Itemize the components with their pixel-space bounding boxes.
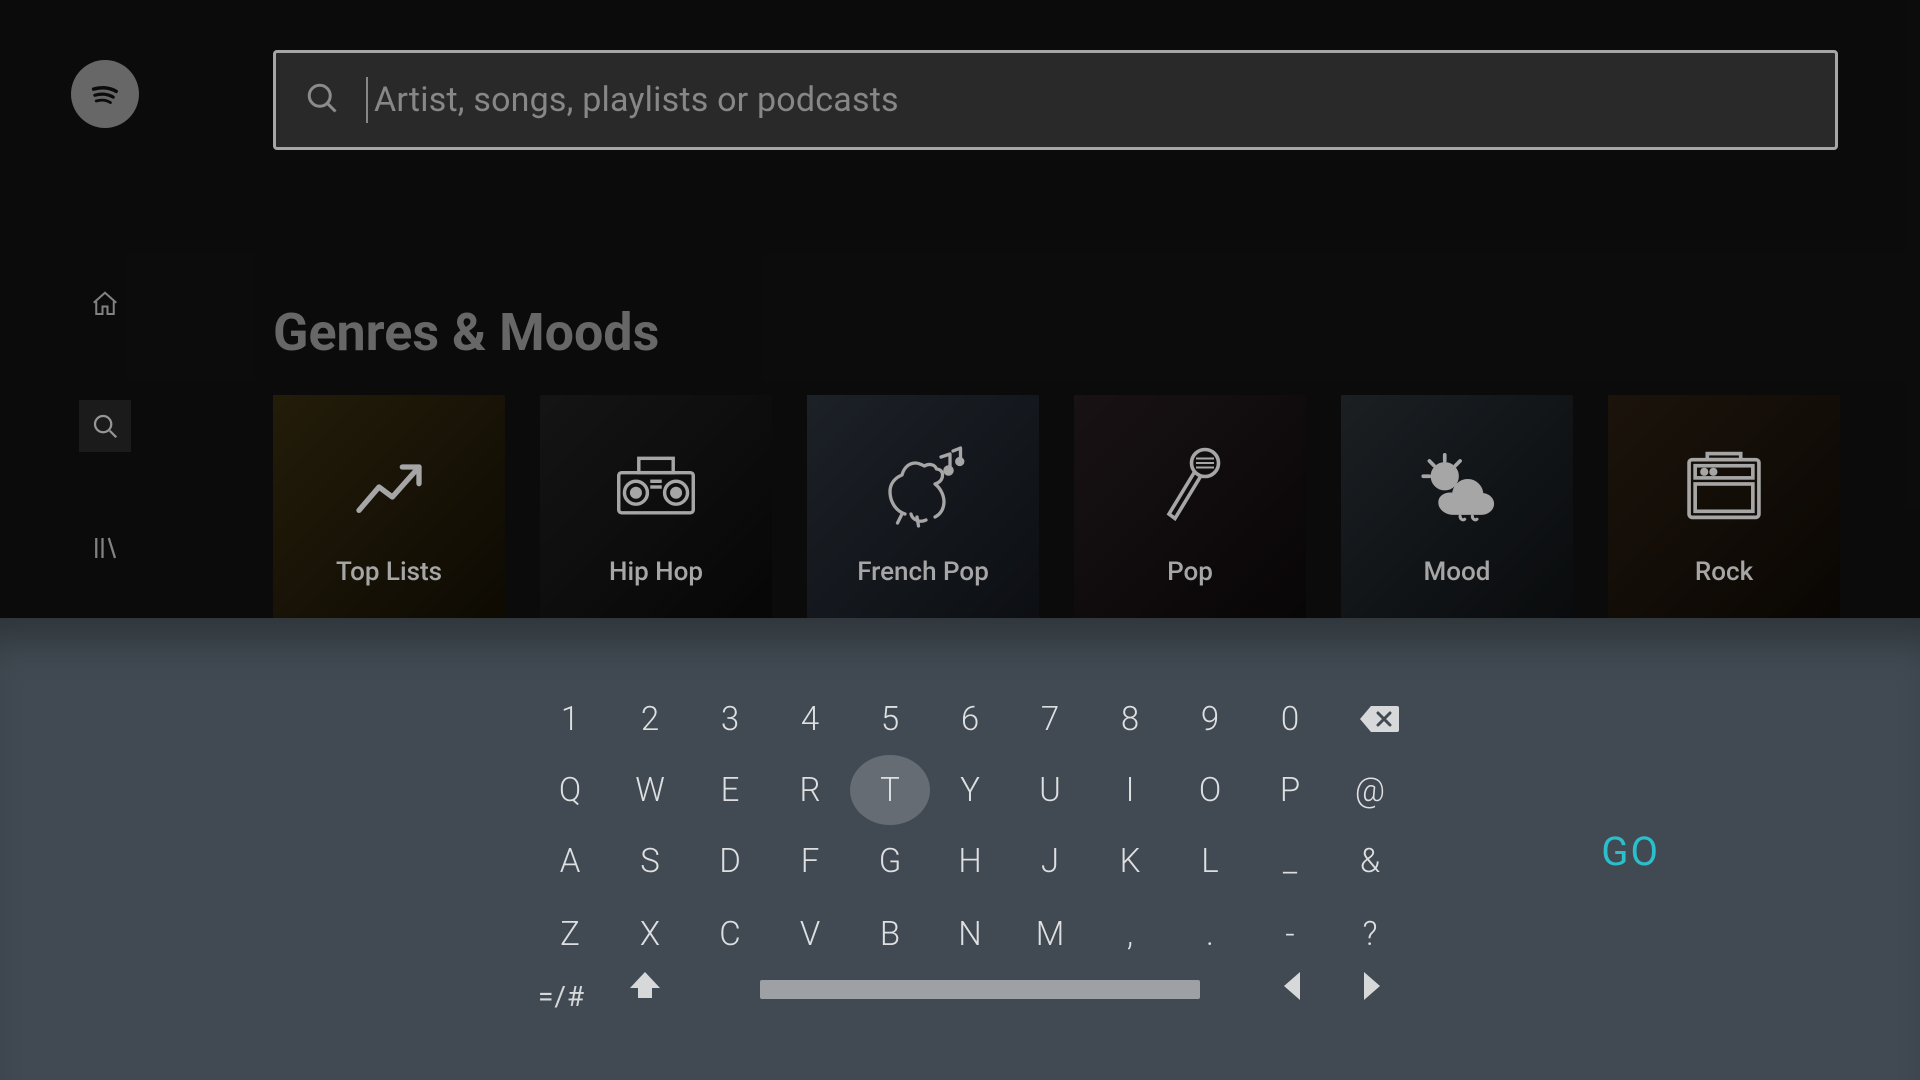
key-l[interactable]: L <box>1170 826 1250 896</box>
key-cursor-right[interactable] <box>1360 970 1384 1006</box>
key-.[interactable]: . <box>1170 899 1250 969</box>
sidebar-nav <box>79 278 131 574</box>
key-backspace[interactable] <box>1340 684 1420 754</box>
key-symbols[interactable]: =/# <box>538 980 585 1013</box>
key-x[interactable]: X <box>610 899 690 969</box>
key-&[interactable]: & <box>1330 826 1410 896</box>
key-go[interactable]: GO <box>1601 828 1660 875</box>
home-icon <box>90 289 120 319</box>
rooster-music-icon <box>875 443 971 531</box>
key-r[interactable]: R <box>770 755 850 825</box>
key-1[interactable]: 1 <box>530 684 610 754</box>
key-a[interactable]: A <box>530 826 610 896</box>
key-h[interactable]: H <box>930 826 1010 896</box>
key-4[interactable]: 4 <box>770 684 850 754</box>
key-w[interactable]: W <box>610 755 690 825</box>
key-p[interactable]: P <box>1250 755 1330 825</box>
key-u[interactable]: U <box>1010 755 1090 825</box>
key-space[interactable] <box>760 980 1200 999</box>
tile-label: Pop <box>1167 557 1213 587</box>
key-?[interactable]: ? <box>1330 899 1410 969</box>
key-,[interactable]: , <box>1090 899 1170 969</box>
library-icon <box>90 533 120 563</box>
key-i[interactable]: I <box>1090 755 1170 825</box>
tile-pop[interactable]: Pop <box>1074 395 1306 627</box>
sidebar-item-home[interactable] <box>79 278 131 330</box>
key-5[interactable]: 5 <box>850 684 930 754</box>
tile-label: Rock <box>1695 557 1753 587</box>
tile-label: French Pop <box>857 557 989 587</box>
key--[interactable]: - <box>1250 899 1330 969</box>
key-_[interactable]: _ <box>1250 826 1330 896</box>
amplifier-icon <box>1683 443 1765 531</box>
key-m[interactable]: M <box>1010 899 1090 969</box>
genre-tiles: Top Lists Hip Hop <box>273 395 1840 627</box>
key-6[interactable]: 6 <box>930 684 1010 754</box>
key-y[interactable]: Y <box>930 755 1010 825</box>
spotify-icon <box>84 73 126 115</box>
microphone-icon <box>1154 443 1226 531</box>
key-7[interactable]: 7 <box>1010 684 1090 754</box>
caret-left-icon <box>1280 970 1304 1002</box>
sidebar-item-search[interactable] <box>79 400 131 452</box>
key-b[interactable]: B <box>850 899 930 969</box>
key-j[interactable]: J <box>1010 826 1090 896</box>
tile-hip-hop[interactable]: Hip Hop <box>540 395 772 627</box>
sidebar-item-library[interactable] <box>79 522 131 574</box>
tile-top-lists[interactable]: Top Lists <box>273 395 505 627</box>
search-bar[interactable] <box>273 50 1838 150</box>
key-s[interactable]: S <box>610 826 690 896</box>
tile-mood[interactable]: Mood <box>1341 395 1573 627</box>
text-cursor <box>366 77 368 123</box>
key-n[interactable]: N <box>930 899 1010 969</box>
key-t[interactable]: T <box>850 755 930 825</box>
key-v[interactable]: V <box>770 899 850 969</box>
tile-label: Top Lists <box>336 557 442 587</box>
key-d[interactable]: D <box>690 826 770 896</box>
key-0[interactable]: 0 <box>1250 684 1330 754</box>
section-title: Genres & Moods <box>273 302 659 363</box>
search-input[interactable] <box>374 80 1807 120</box>
tile-label: Mood <box>1424 557 1491 587</box>
trend-up-icon <box>349 443 429 531</box>
boombox-icon <box>613 443 699 531</box>
key-@[interactable]: @ <box>1330 755 1410 825</box>
key-q[interactable]: Q <box>530 755 610 825</box>
app-root: Genres & Moods Top Lists <box>0 0 1920 1080</box>
tile-french-pop[interactable]: French Pop <box>807 395 1039 627</box>
key-8[interactable]: 8 <box>1090 684 1170 754</box>
search-icon <box>90 411 120 441</box>
spotify-logo <box>71 60 139 128</box>
tile-rock[interactable]: Rock <box>1608 395 1840 627</box>
key-c[interactable]: C <box>690 899 770 969</box>
key-k[interactable]: K <box>1090 826 1170 896</box>
key-g[interactable]: G <box>850 826 930 896</box>
sun-cloud-icon <box>1411 443 1503 531</box>
key-e[interactable]: E <box>690 755 770 825</box>
tile-label: Hip Hop <box>609 557 703 587</box>
key-cursor-left[interactable] <box>1280 970 1304 1006</box>
shift-icon <box>628 970 662 1000</box>
key-3[interactable]: 3 <box>690 684 770 754</box>
key-9[interactable]: 9 <box>1170 684 1250 754</box>
key-f[interactable]: F <box>770 826 850 896</box>
search-icon <box>304 80 340 120</box>
key-o[interactable]: O <box>1170 755 1250 825</box>
caret-right-icon <box>1360 970 1384 1002</box>
key-z[interactable]: Z <box>530 899 610 969</box>
backspace-icon <box>1359 704 1401 734</box>
key-2[interactable]: 2 <box>610 684 690 754</box>
key-shift[interactable] <box>628 970 662 1004</box>
onscreen-keyboard: 1234567890 QWERTYUIOP@ ASDFGHJKL_& ZXCVB… <box>0 618 1920 1080</box>
